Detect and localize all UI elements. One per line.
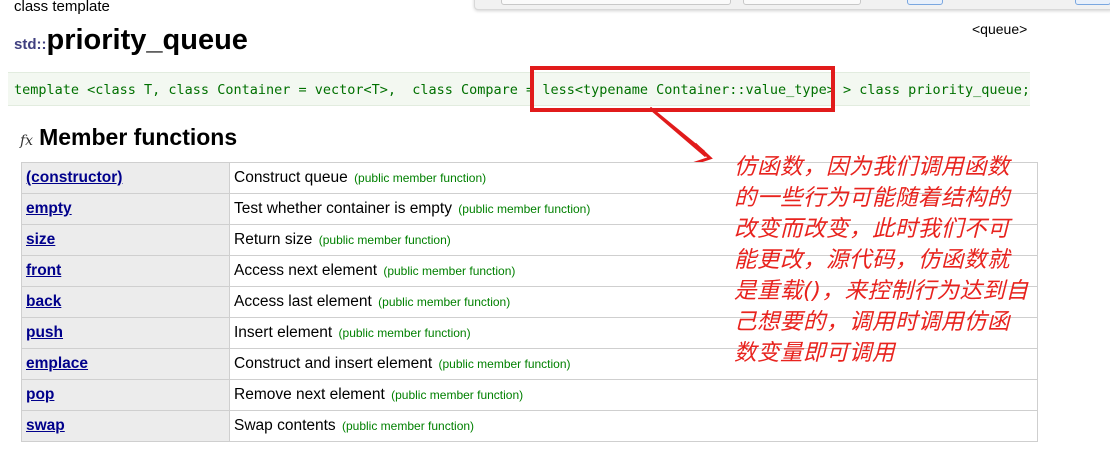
toolbar-field[interactable] bbox=[743, 0, 861, 5]
declaration-suffix: > class priority_queue; bbox=[834, 82, 1030, 98]
annotation-line: 是重载()，来控制行为达到自 bbox=[734, 278, 1029, 304]
annotation-line: 己想要的，调用时调用仿函 bbox=[734, 309, 1011, 335]
member-name-cell: front bbox=[21, 255, 230, 287]
member-kind: (public member function) bbox=[354, 171, 487, 185]
member-kind: (public member function) bbox=[342, 419, 475, 433]
member-description: Insert element bbox=[234, 324, 333, 341]
function-icon: fx bbox=[20, 133, 34, 149]
class-template-label: class template bbox=[14, 0, 110, 15]
section-member-functions: fx Member functions bbox=[20, 124, 237, 151]
member-kind: (public member function) bbox=[318, 233, 451, 247]
member-name-cell: empty bbox=[21, 193, 230, 225]
title-namespace: std:: bbox=[14, 36, 47, 53]
toolbar-button[interactable] bbox=[1075, 0, 1110, 5]
member-link[interactable]: back bbox=[26, 293, 61, 310]
toolbar-button[interactable] bbox=[907, 0, 943, 5]
member-name-cell: pop bbox=[21, 379, 230, 411]
annotation-line: 仿函数，因为我们调用函数 bbox=[734, 154, 1011, 180]
member-name-cell: back bbox=[21, 286, 230, 318]
member-description: Access last element bbox=[234, 293, 372, 310]
member-description: Swap contents bbox=[234, 417, 336, 434]
member-description: Remove next element bbox=[234, 386, 385, 403]
declaration-prefix: template <class T, class Container = vec… bbox=[14, 82, 543, 98]
annotation-line: 的一些行为可能随着结构的 bbox=[734, 185, 1011, 211]
table-row: pop Remove next element (public member fu… bbox=[21, 379, 1038, 411]
member-description: Construct queue bbox=[234, 169, 348, 186]
member-name-cell: (constructor) bbox=[21, 162, 230, 194]
member-kind: (public member function) bbox=[383, 264, 516, 278]
header-file-tag: <queue> bbox=[972, 21, 1028, 37]
member-kind: (public member function) bbox=[391, 388, 524, 402]
declaration-box: template <class T, class Container = vec… bbox=[8, 72, 1030, 106]
member-link[interactable]: push bbox=[26, 324, 63, 341]
member-link[interactable]: pop bbox=[26, 386, 54, 403]
table-row: swap Swap contents (public member functio… bbox=[21, 410, 1038, 442]
member-description: Return size bbox=[234, 231, 313, 248]
page-title: std::priority_queue bbox=[14, 24, 248, 57]
annotation-arrow-icon bbox=[649, 106, 713, 166]
member-kind: (public member function) bbox=[458, 202, 591, 216]
member-name-cell: size bbox=[21, 224, 230, 256]
title-name: priority_queue bbox=[46, 24, 248, 56]
browser-toolbar-overlay bbox=[474, 0, 1110, 10]
toolbar-field[interactable] bbox=[501, 0, 731, 5]
member-kind: (public member function) bbox=[378, 295, 511, 309]
member-name-cell: emplace bbox=[21, 348, 230, 380]
member-link[interactable]: front bbox=[26, 262, 61, 279]
member-kind: (public member function) bbox=[338, 326, 471, 340]
member-description-cell: Remove next element (public member funct… bbox=[229, 379, 1038, 411]
member-link[interactable]: emplace bbox=[26, 355, 88, 372]
declaration-code: template <class T, class Container = vec… bbox=[14, 82, 1030, 98]
member-name-cell: swap bbox=[21, 410, 230, 442]
member-link[interactable]: size bbox=[26, 231, 55, 248]
member-description: Access next element bbox=[234, 262, 378, 279]
member-link[interactable]: empty bbox=[26, 200, 72, 217]
annotation-line: 能更改，源代码，仿函数就 bbox=[734, 247, 1011, 273]
member-link[interactable]: (constructor) bbox=[26, 169, 122, 186]
member-description: Construct and insert element bbox=[234, 355, 433, 372]
member-description-cell: Swap contents (public member function) bbox=[229, 410, 1038, 442]
annotation-line: 改变而改变，此时我们不可 bbox=[734, 216, 1011, 242]
member-name-cell: push bbox=[21, 317, 230, 349]
handwritten-annotation: 仿函数，因为我们调用函数 的一些行为可能随着结构的 改变而改变，此时我们不可 能更改，… bbox=[734, 152, 1054, 369]
member-link[interactable]: swap bbox=[26, 417, 65, 434]
member-description: Test whether container is empty bbox=[234, 200, 452, 217]
member-kind: (public member function) bbox=[438, 357, 571, 371]
section-title: Member functions bbox=[39, 124, 238, 150]
annotation-line: 数变量即可调用 bbox=[734, 340, 896, 366]
